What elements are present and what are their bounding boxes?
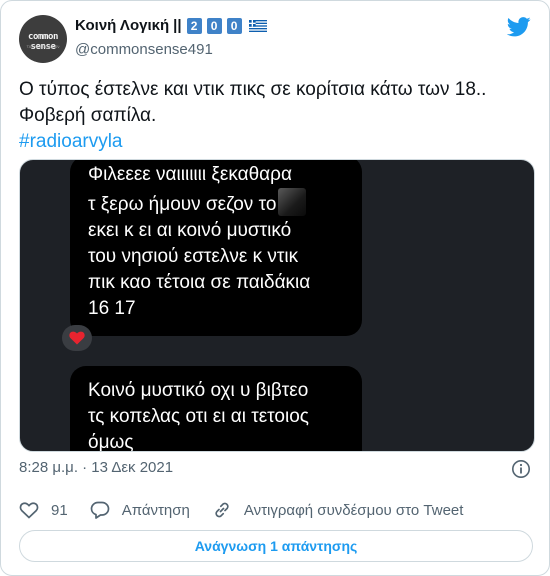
read-replies-button[interactable]: Ανάγνωση 1 απάντησης: [19, 530, 533, 562]
greek-flag-icon: [248, 19, 267, 32]
reply-button[interactable]: Απάντηση: [90, 500, 190, 520]
tweet-card: common sense τοῦ καί σήμερον Κοινή Λογικ…: [0, 0, 550, 576]
chat-message-line: όμως: [88, 432, 134, 452]
chat-message-line: του νησιού εστελνε κ ντικ: [88, 246, 299, 267]
chat-message-bubble: Κοινό μυστικό οχι υ βιβτεο τς κοπελας οτ…: [70, 366, 362, 452]
reply-icon: [90, 501, 110, 519]
tweet-text-line: Ο τύπος έστελνε και ντικ πικς σε κορίτσι…: [19, 79, 487, 100]
chat-message-line: πικ καο τέτοια σε παιδάκια: [88, 272, 311, 293]
info-icon[interactable]: [511, 459, 531, 479]
avatar[interactable]: common sense τοῦ καί σήμερον: [19, 15, 67, 63]
copy-link-label: Αντιγραφή συνδέσμου στο Tweet: [243, 501, 464, 519]
tweet-actions: 91 Απάντηση Αντιγραφή συνδέσμου στο Twee…: [19, 499, 531, 521]
link-icon: [215, 502, 229, 518]
author-handle[interactable]: @commonsense491: [75, 41, 213, 58]
chat-message-line: Κοινό μυστικό οχι υ βιβτεο: [88, 380, 309, 401]
tweet-meta: 8:28 μ.μ. · 13 Δεκ 2021: [19, 459, 531, 479]
name-digit-1: 2: [186, 17, 202, 34]
reply-label: Απάντηση: [121, 501, 190, 519]
chat-message-line: τ ξερω ήμουν σεζον το: [88, 188, 362, 218]
tweet-text-line: Φοβερή σαπίλα.: [19, 105, 157, 126]
twitter-bird-icon[interactable]: [507, 17, 531, 37]
tweet-header: common sense τοῦ καί σήμερον Κοινή Λογικ…: [19, 13, 531, 63]
heart-icon: [19, 502, 39, 519]
author-display-name[interactable]: Κοινή Λογική: [75, 17, 169, 34]
tweet-media-image[interactable]: Φιλεεεε ναιιιιιιι ξεκαθαρα τ ξερω ήμουν …: [19, 159, 535, 452]
name-digit-3: 0: [226, 17, 242, 34]
chat-message-line: εκει κ ει αι κοινό μυστικό: [88, 220, 292, 241]
copy-link-button[interactable]: Αντιγραφή συνδέσμου στο Tweet: [212, 500, 464, 520]
avatar-logo-subtext: τοῦ καί σήμερον: [26, 44, 60, 49]
chat-message-line: 16 17: [88, 298, 136, 319]
censor-block-icon: [278, 188, 307, 216]
name-separator: ||: [173, 17, 182, 34]
chat-message-line: Φιλεεεε ναιιιιιιι ξεκαθαρα: [88, 164, 292, 185]
tweet-text: Ο τύπος έστελνε και ντικ πικς σε κορίτσι…: [19, 77, 534, 155]
heart-reaction: [62, 325, 92, 351]
avatar-logo-text: common sense: [27, 32, 59, 52]
tweet-timestamp[interactable]: 8:28 μ.μ. · 13 Δεκ 2021: [19, 459, 173, 476]
hashtag-link[interactable]: #radioarvyla: [19, 129, 534, 155]
like-button[interactable]: 91: [19, 501, 68, 519]
name-digit-2: 0: [206, 17, 222, 34]
like-count: 91: [51, 501, 68, 519]
chat-message-bubble: Φιλεεεε ναιιιιιιι ξεκαθαρα τ ξερω ήμουν …: [70, 160, 362, 336]
red-heart-icon: [69, 331, 85, 345]
chat-message-line: τς κοπελας οτι ει αι τετοιος: [88, 406, 309, 427]
author-name-row[interactable]: Κοινή Λογική || 2 0 0: [75, 17, 267, 34]
